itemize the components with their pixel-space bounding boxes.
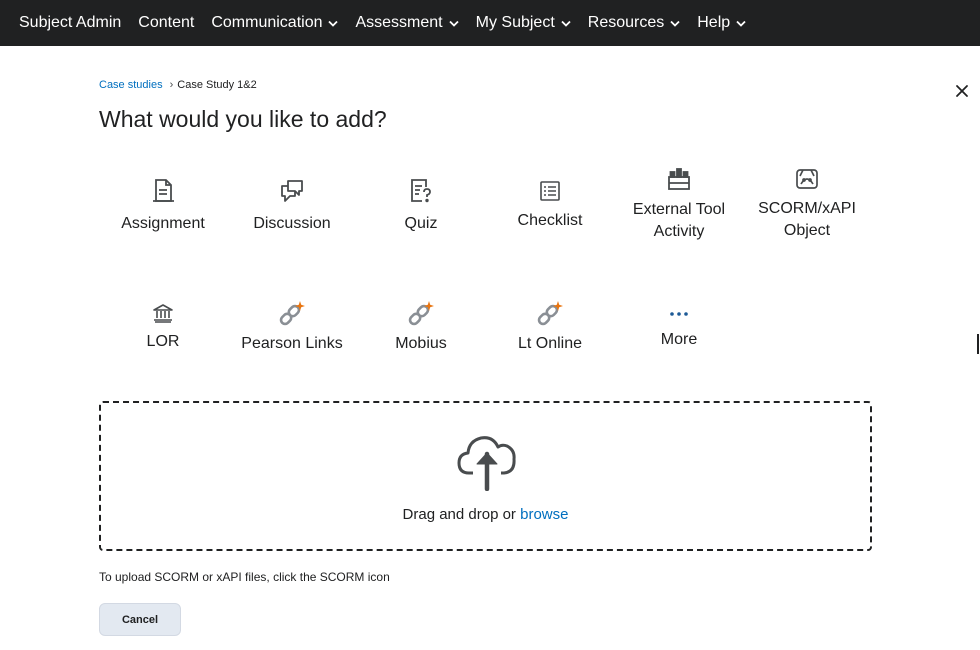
tile-quiz[interactable]: Quiz bbox=[357, 176, 485, 235]
external-tool-icon bbox=[664, 164, 694, 194]
tile-pearson-links[interactable]: Pearson Links bbox=[228, 298, 356, 355]
file-dropzone[interactable]: Drag and drop or browse bbox=[99, 401, 872, 551]
breadcrumb-current: Case Study 1&2 bbox=[177, 79, 257, 91]
tile-label: Discussion bbox=[253, 215, 331, 232]
chevron-down-icon bbox=[736, 20, 746, 27]
tile-label: Quiz bbox=[404, 215, 438, 232]
cancel-button[interactable]: Cancel bbox=[99, 603, 181, 636]
tile-label: Pearson Links bbox=[241, 335, 343, 352]
nav-subject-admin[interactable]: Subject Admin bbox=[19, 14, 121, 32]
link-icon bbox=[535, 298, 565, 328]
chevron-down-icon bbox=[561, 20, 571, 27]
more-icon bbox=[664, 296, 694, 326]
chevron-down-icon bbox=[448, 20, 459, 27]
breadcrumb-link-case-studies[interactable]: Case studies bbox=[99, 79, 163, 91]
scroll-edge-marker bbox=[977, 334, 979, 354]
tile-mobius[interactable]: Mobius bbox=[357, 298, 485, 355]
upload-cloud-icon bbox=[457, 436, 516, 491]
chevron-down-icon bbox=[670, 20, 680, 27]
nav-communication[interactable]: Communication bbox=[211, 14, 339, 32]
page-title: What would you like to add? bbox=[99, 106, 387, 132]
link-icon bbox=[406, 298, 436, 328]
link-icon bbox=[277, 298, 307, 328]
nav-resources[interactable]: Resources bbox=[588, 14, 680, 32]
discussion-icon bbox=[277, 176, 307, 206]
tile-label: Lt Online bbox=[517, 335, 583, 352]
tile-more[interactable]: More bbox=[615, 296, 743, 351]
browse-link[interactable]: browse bbox=[520, 506, 568, 523]
tile-label: External Tool Activity bbox=[632, 201, 726, 240]
breadcrumb-separator: › bbox=[169, 79, 174, 91]
library-icon bbox=[148, 298, 178, 328]
scorm-icon bbox=[792, 164, 822, 194]
breadcrumb: Case studies › Case Study 1&2 bbox=[99, 79, 257, 91]
checklist-icon bbox=[535, 176, 565, 206]
dropzone-instruction: Drag and drop or bbox=[402, 506, 516, 523]
tile-label: Checklist bbox=[517, 212, 583, 229]
nav-content[interactable]: Content bbox=[138, 14, 194, 32]
close-icon[interactable] bbox=[953, 82, 971, 100]
tile-external-tool-activity[interactable]: External Tool Activity bbox=[615, 164, 743, 243]
tile-lt-online[interactable]: Lt Online bbox=[486, 298, 614, 355]
nav-my-subject[interactable]: My Subject bbox=[476, 14, 571, 32]
nav-assessment[interactable]: Assessment bbox=[355, 14, 459, 32]
top-navigation-bar: Subject Admin Content Communication Asse… bbox=[0, 0, 980, 46]
tile-label: LOR bbox=[146, 333, 180, 350]
scorm-upload-hint: To upload SCORM or xAPI files, click the… bbox=[99, 570, 390, 584]
tile-label: More bbox=[660, 331, 698, 348]
tile-label: SCORM/xAPI Object bbox=[758, 200, 856, 239]
quiz-icon bbox=[406, 176, 436, 206]
tile-scorm-xapi-object[interactable]: SCORM/xAPI Object bbox=[743, 164, 871, 242]
tile-lor[interactable]: LOR bbox=[99, 298, 227, 353]
tile-label: Mobius bbox=[395, 335, 447, 352]
tile-label: Assignment bbox=[121, 215, 205, 232]
tile-assignment[interactable]: Assignment bbox=[99, 176, 227, 235]
tile-checklist[interactable]: Checklist bbox=[486, 176, 614, 232]
chevron-down-icon bbox=[328, 20, 339, 27]
assignment-icon bbox=[148, 176, 178, 206]
nav-help[interactable]: Help bbox=[697, 14, 746, 32]
tile-discussion[interactable]: Discussion bbox=[228, 176, 356, 235]
dropzone-text: Drag and drop or browse bbox=[101, 506, 870, 523]
